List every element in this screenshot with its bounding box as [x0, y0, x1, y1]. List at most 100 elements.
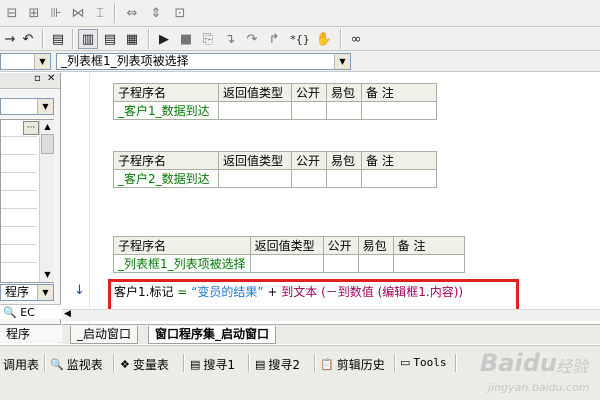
subroutine-name[interactable]: _客户1_数据到达 [113, 101, 219, 120]
easy-pack-cell[interactable] [326, 169, 362, 188]
stop-icon[interactable]: ■ [176, 29, 196, 49]
panel-combo[interactable]: ▼ [0, 98, 54, 115]
bottom-clip-history[interactable]: 📋 剪辑历史 [320, 356, 385, 373]
subroutine-name[interactable]: _列表框1_列表项被选择 [113, 254, 251, 273]
bottom-find2[interactable]: ▤ 搜寻2 [255, 356, 300, 373]
header-remark: 备 注 [361, 151, 437, 170]
header-return-type: 返回值类型 [218, 83, 292, 102]
chevron-down-icon: ▼ [34, 54, 50, 69]
easy-pack-cell[interactable] [357, 254, 394, 273]
pin-icon[interactable]: ▫ [34, 73, 41, 84]
object-combo[interactable]: ▼ [0, 53, 51, 70]
bottom-watch-table[interactable]: 🔍 监视表 [50, 356, 103, 373]
step-icon[interactable]: ⎘ [198, 29, 218, 49]
watch-icon[interactable]: *{} [290, 29, 310, 49]
grid-line [1, 154, 37, 155]
bottom-call-table[interactable]: 调用表 [0, 356, 39, 373]
return-type-cell[interactable] [249, 254, 324, 273]
remark-cell[interactable] [392, 254, 465, 273]
binoculars-icon[interactable]: ∞ [346, 29, 366, 49]
return-type-cell[interactable] [218, 101, 292, 120]
header-name: 子程序名 [113, 151, 219, 170]
hand-icon[interactable]: ✋ [314, 29, 334, 49]
tab-startup-window[interactable]: _启动窗口 [70, 326, 139, 344]
width-icon[interactable]: ⇔ [122, 3, 142, 23]
undo-icon[interactable]: ↶ [18, 29, 38, 49]
property-grid[interactable]: ··· ▲ ▼ [0, 119, 54, 283]
align-vertical-icon[interactable]: ⌶ [90, 3, 110, 23]
bottom-find1[interactable]: ▤ 搜寻1 [190, 356, 235, 373]
bottom-separator [314, 354, 316, 372]
ec-tab[interactable]: 🔍 EC [0, 304, 61, 319]
scroll-up-icon[interactable]: ▲ [40, 120, 55, 134]
ec-tab-icon: 🔍 [3, 306, 17, 319]
bottom-variable-table[interactable]: ❖ 变量表 [120, 356, 169, 373]
header-remark: 备 注 [361, 83, 437, 102]
remark-cell[interactable] [361, 101, 437, 120]
tab-strip [62, 324, 600, 344]
subroutine-table: 子程序名 返回值类型 公开 易包 备 注 _客户2_数据到达 [113, 151, 437, 188]
align-horizontal-icon[interactable]: ⋈ [68, 3, 88, 23]
watermark-brand: Baidu [480, 349, 557, 377]
bottom-label: 监视表 [66, 358, 103, 372]
public-cell[interactable] [322, 254, 359, 273]
program-tab-label: 程序 [6, 327, 31, 341]
bottom-separator [183, 354, 185, 372]
header-return-type: 返回值类型 [218, 151, 292, 170]
subroutine-table: 子程序名 返回值类型 公开 易包 备 注 _客户1_数据到达 [113, 83, 437, 120]
align-center-icon[interactable]: ⊞ [24, 3, 44, 23]
align-spacing-icon[interactable]: ⊪ [46, 3, 66, 23]
easy-pack-cell[interactable] [326, 101, 362, 120]
watermark: Baidu 经验 jingyan.baidu.com [476, 345, 600, 400]
grid-line [1, 262, 37, 263]
program-tab[interactable]: 程序 [0, 324, 61, 342]
bottom-tools[interactable]: ▭ Tools [400, 356, 447, 369]
find2-icon: ▤ [255, 358, 266, 371]
header-easy-pack: 易包 [326, 151, 362, 170]
program-combo[interactable]: 程序 ▼ [0, 284, 54, 301]
size-icon[interactable]: ⊡ [170, 3, 190, 23]
tab-window-assembly[interactable]: 窗口程序集_启动窗口 [148, 326, 277, 344]
step-over-icon[interactable]: ↷ [242, 29, 262, 49]
layout-3-icon[interactable]: ▦ [122, 29, 142, 49]
chevron-down-icon: ▼ [334, 54, 350, 69]
step-out-icon[interactable]: ↱ [264, 29, 284, 49]
scroll-down-icon[interactable]: ▼ [40, 268, 55, 282]
bottom-separator [394, 354, 396, 372]
header-public: 公开 [291, 151, 327, 170]
header-name: 子程序名 [113, 83, 219, 102]
header-return-type: 返回值类型 [249, 236, 324, 255]
find-icon[interactable]: ▤ [48, 29, 68, 49]
variable-icon: ❖ [120, 358, 130, 371]
scroll-thumb[interactable] [41, 134, 54, 154]
tab-startup-window-label: _启动窗口 [77, 327, 132, 341]
back-icon[interactable]: → [0, 29, 20, 49]
bottom-separator [248, 354, 250, 372]
subroutine-name[interactable]: _客户2_数据到达 [113, 169, 219, 188]
horizontal-scrollbar[interactable]: ◀ [62, 309, 600, 321]
watermark-url: jingyan.baidu.com [488, 381, 590, 394]
grid-line [1, 244, 37, 245]
panel-header: ▫ ✕ [0, 73, 60, 89]
combo-row: ▼ _列表框1_列表项被选择 ▼ [0, 51, 600, 72]
ellipsis-button[interactable]: ··· [23, 121, 39, 135]
align-left-icon[interactable]: ⊟ [2, 3, 22, 23]
bottom-label: 调用表 [3, 358, 40, 372]
layout-2-icon[interactable]: ▤ [100, 29, 120, 49]
header-easy-pack: 易包 [326, 83, 362, 102]
layout-1-icon[interactable]: ▥ [78, 29, 98, 49]
remark-cell[interactable] [361, 169, 437, 188]
public-cell[interactable] [291, 169, 327, 188]
height-icon[interactable]: ⇕ [146, 3, 166, 23]
step-into-icon[interactable]: ↴ [220, 29, 240, 49]
event-combo[interactable]: _列表框1_列表项被选择 ▼ [56, 53, 351, 70]
scroll-left-icon[interactable]: ◀ [64, 309, 71, 319]
close-icon[interactable]: ✕ [47, 73, 55, 84]
watermark-sub: 经验 [556, 357, 589, 376]
return-type-cell[interactable] [218, 169, 292, 188]
run-icon[interactable]: ▶ [154, 29, 174, 49]
public-cell[interactable] [291, 101, 327, 120]
left-panel: ▫ ✕ ▼ ··· ▲ ▼ 程序 ▼ 🔍 EC 程序 [0, 73, 61, 343]
vertical-scrollbar[interactable]: ▲ ▼ [39, 120, 54, 282]
subroutine-table: 子程序名 返回值类型 公开 易包 备 注 _列表框1_列表项被选择 [113, 236, 465, 273]
